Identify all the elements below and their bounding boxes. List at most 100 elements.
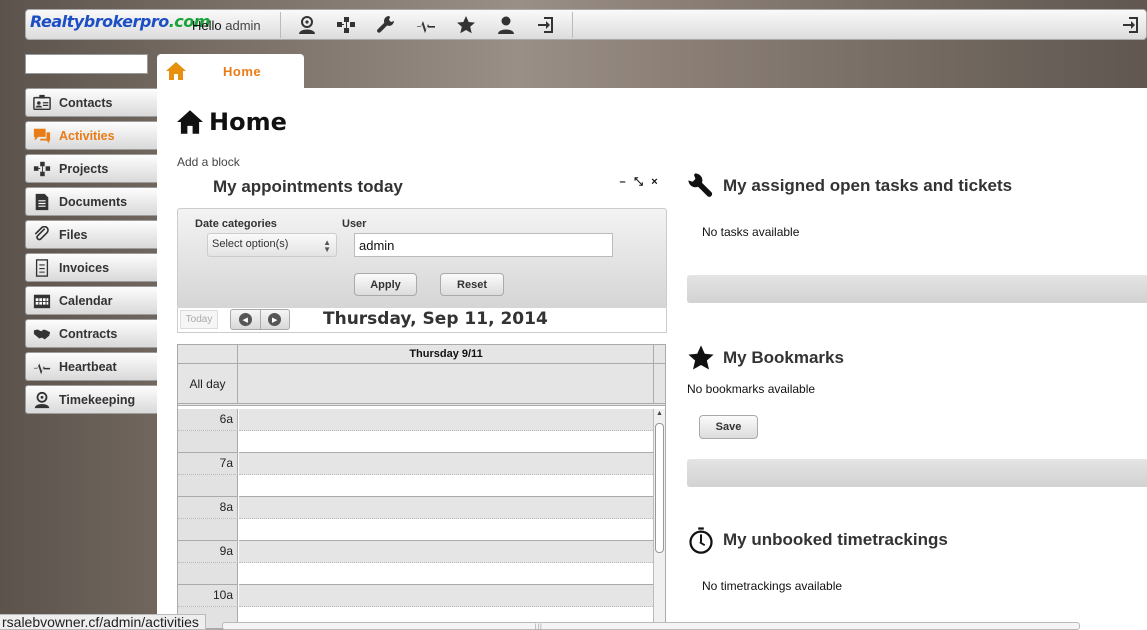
sidebar-item-label: Invoices [59, 260, 110, 275]
main-content: Home Add a block My appointments today –… [157, 88, 1147, 630]
scrollbar-thumb[interactable] [655, 423, 664, 553]
sidebar-item-label: Heartbeat [59, 359, 117, 374]
next-day-button[interactable]: ▶ [259, 310, 290, 329]
tasks-empty: No tasks available [702, 225, 800, 239]
appointments-filter: Date categories User Select option(s) ▲ ▼… [177, 208, 667, 309]
save-bookmarks-button[interactable]: Save [699, 415, 758, 439]
calendar-icon [32, 292, 52, 310]
user-field[interactable] [354, 233, 613, 257]
hour-label: 8a [219, 500, 233, 514]
hour-row: 6a [178, 409, 653, 453]
chevron-left-icon: ◀ [238, 313, 252, 326]
hour-row: 7a [178, 453, 653, 497]
hour-row: 8a [178, 497, 653, 541]
app-logo[interactable]: Realtybrokerpro.com [30, 12, 210, 31]
date-categories-label: Date categories [195, 218, 277, 230]
sidebar-item-invoices[interactable]: Invoices [25, 253, 157, 282]
contacts-person-icon[interactable] [295, 14, 319, 36]
minimize-icon[interactable]: – [617, 176, 628, 189]
heartbeat-icon[interactable] [414, 14, 438, 36]
header-gutter [178, 345, 238, 364]
search-input[interactable] [25, 54, 148, 74]
appointments-title: My appointments today [213, 177, 403, 196]
all-day-row[interactable]: All day [178, 364, 665, 406]
sidebar-item-projects[interactable]: Projects [25, 154, 157, 183]
time-slot[interactable] [239, 431, 653, 453]
timetrackings-title-text: My unbooked timetrackings [723, 530, 948, 549]
add-block-link[interactable]: Add a block [177, 155, 240, 169]
calendar-date: Thursday, Sep 11, 2014 [323, 309, 548, 329]
close-icon[interactable]: × [649, 176, 660, 189]
sidebar-item-label: Files [59, 227, 88, 242]
hour-gutter: 7a [178, 453, 238, 475]
sidebar-item-label: Contracts [59, 326, 118, 341]
today-button[interactable]: Today [180, 310, 218, 329]
time-slot[interactable] [239, 409, 653, 431]
sidebar-item-timekeeping[interactable]: Timekeeping [25, 385, 157, 414]
hour-row: 9a [178, 541, 653, 585]
time-slot[interactable] [239, 585, 653, 607]
select-arrows-icon: ▲ ▼ [323, 238, 331, 254]
half-hour-gutter [178, 519, 238, 541]
user-icon[interactable] [494, 14, 518, 36]
sidebar-item-label: Activities [59, 128, 115, 143]
select-value: Select option(s) [212, 238, 289, 250]
projects-icon[interactable] [334, 14, 358, 36]
block-controls: – ⤡ × [617, 176, 660, 189]
wrench-icon[interactable] [374, 14, 398, 36]
reset-button[interactable]: Reset [440, 273, 504, 296]
sidebar-item-files[interactable]: Files [25, 220, 157, 249]
bookmarks-block-title: My Bookmarks [687, 344, 844, 372]
horizontal-scrollbar[interactable]: ||| [222, 622, 1080, 630]
wrench-icon [688, 173, 713, 197]
day-header: Thursday 9/11 [409, 348, 483, 360]
hour-label: 9a [219, 544, 233, 558]
time-slot[interactable] [239, 453, 653, 475]
sidebar-item-label: Contacts [59, 95, 113, 110]
tab-home[interactable]: Home [157, 54, 304, 88]
hour-gutter: 8a [178, 497, 238, 519]
time-slot[interactable] [239, 519, 653, 541]
hour-gutter: 6a [178, 409, 238, 431]
time-slot[interactable] [239, 475, 653, 497]
sidebar-item-documents[interactable]: Documents [25, 187, 157, 216]
scroll-up-icon[interactable]: ▲ [655, 410, 664, 420]
star-icon[interactable] [454, 14, 478, 36]
timetrackings-empty: No timetrackings available [702, 579, 843, 593]
heartbeat-icon [32, 358, 52, 376]
top-toolbar: Realtybrokerpro.com Hello admin [25, 9, 1147, 40]
stopwatch-icon [32, 391, 52, 409]
user-label: User [342, 218, 367, 230]
sidebar-item-contracts[interactable]: Contracts [25, 319, 157, 348]
sidebar: Contacts Activities Projects Documents F… [25, 88, 157, 418]
scroll-grip-icon: ||| [535, 624, 543, 630]
status-url: rsalebvowner.cf/admin/activities [0, 614, 206, 630]
timetrackings-block-title: My unbooked timetrackings [687, 526, 948, 554]
date-categories-select[interactable]: Select option(s) ▲ ▼ [207, 233, 337, 257]
sidebar-item-calendar[interactable]: Calendar [25, 286, 157, 315]
sidebar-item-heartbeat[interactable]: Heartbeat [25, 352, 157, 381]
sidebar-item-label: Documents [59, 194, 128, 209]
calendar-scrollbar[interactable]: ▲ [653, 409, 665, 629]
hour-label: 6a [219, 412, 233, 426]
sidebar-item-activities[interactable]: Activities [25, 121, 157, 150]
sidebar-item-contacts[interactable]: Contacts [25, 88, 157, 117]
star-icon [688, 345, 714, 370]
page-title-text: Home [209, 108, 287, 136]
time-slot[interactable] [239, 497, 653, 519]
calendar-header: Thursday 9/11 [178, 345, 665, 364]
apply-button[interactable]: Apply [354, 273, 417, 296]
expand-icon[interactable]: ⤡ [633, 176, 644, 189]
tasks-footer-bar [687, 275, 1147, 303]
logout-icon[interactable] [1119, 14, 1143, 36]
hour-label: 10a [212, 588, 233, 602]
logout-icon[interactable] [534, 14, 558, 36]
time-slot[interactable] [239, 563, 653, 585]
prev-day-button[interactable]: ◀ [231, 310, 260, 329]
projects-icon [32, 160, 52, 178]
time-slot[interactable] [239, 541, 653, 563]
header-end [653, 345, 665, 364]
speech-bubble-icon [32, 127, 52, 145]
contact-card-icon [32, 94, 52, 112]
calendar-toolbar: Today ◀ ▶ Thursday, Sep 11, 2014 [177, 308, 667, 333]
